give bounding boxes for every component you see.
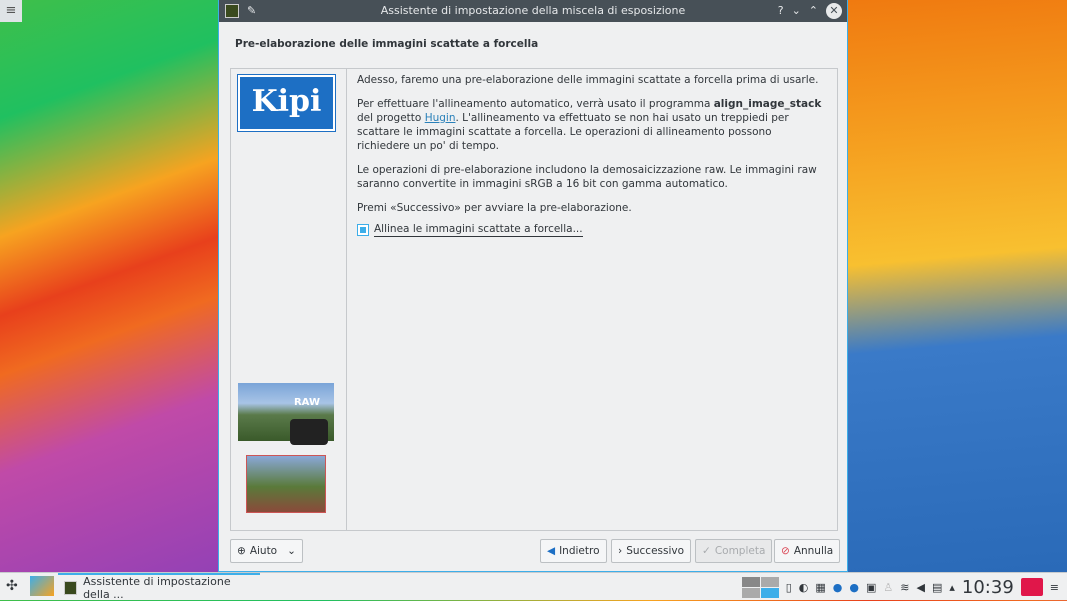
- cancel-button[interactable]: ⊘ Annulla: [774, 539, 841, 563]
- app-icon: [64, 581, 78, 595]
- volume-icon[interactable]: ◀: [917, 581, 925, 594]
- app-icon: [225, 4, 239, 18]
- check-icon: ✓: [702, 545, 711, 557]
- user-icon[interactable]: ♙: [883, 581, 893, 594]
- expand-tray-icon[interactable]: ▴: [949, 581, 955, 594]
- checkbox-box[interactable]: [357, 223, 369, 236]
- virtual-desktop-pager[interactable]: [741, 576, 779, 598]
- folder-icon[interactable]: [1020, 578, 1043, 596]
- wizard-dialog: ✎ Assistente di impostazione della misce…: [218, 0, 848, 572]
- help-icon[interactable]: ?: [778, 0, 784, 22]
- taskbar-task[interactable]: Assistente di impostazione della ...: [58, 573, 260, 601]
- window-title: Assistente di impostazione della miscela…: [380, 4, 686, 17]
- network-icon[interactable]: ▦: [815, 581, 825, 594]
- kipi-logo: Kipi: [237, 74, 336, 132]
- alignment-text: Per effettuare l'allineamento automatico…: [357, 98, 822, 152]
- clock[interactable]: 10:39: [962, 577, 1014, 598]
- side-panel: Kipi RAW: [231, 69, 347, 530]
- desktop-menu-icon[interactable]: ≡: [0, 0, 22, 22]
- intro-text: Adesso, faremo una pre-elaborazione dell…: [357, 74, 819, 86]
- chevron-down-icon: ⌄: [287, 545, 296, 557]
- wizard-page: Kipi RAW Adesso, faremo una pre-elaboraz…: [230, 68, 838, 531]
- instruction-text: Premi «Successivo» per avviare la pre-el…: [357, 202, 632, 214]
- cancel-icon: ⊘: [781, 545, 790, 557]
- clipboard-icon[interactable]: ▤: [932, 581, 942, 594]
- bracketed-images-icon: [246, 455, 326, 513]
- show-desktop-icon[interactable]: [30, 576, 54, 596]
- lifebuoy-icon: ⊕: [237, 545, 246, 557]
- panel-menu-icon[interactable]: ≡: [1050, 581, 1059, 594]
- page-title: Pre-elaborazione delle immagini scattate…: [235, 38, 539, 50]
- camera-icon: [290, 419, 328, 445]
- accessibility-icon[interactable]: ●: [833, 581, 843, 594]
- back-button[interactable]: ◀ Indietro: [540, 539, 607, 563]
- taskbar: ✣ Assistente di impostazione della ... ▯…: [0, 572, 1067, 601]
- arrow-left-icon: ◀: [547, 545, 556, 557]
- pin-icon[interactable]: ✎: [247, 4, 256, 18]
- title-bar: ✎ Assistente di impostazione della misce…: [219, 0, 847, 22]
- next-button[interactable]: › Successivo: [611, 539, 692, 563]
- close-icon[interactable]: ✕: [826, 3, 842, 19]
- usb-icon[interactable]: ▯: [786, 581, 792, 594]
- maximize-icon[interactable]: ⌃: [809, 0, 818, 22]
- page-content: Adesso, faremo una pre-elaborazione dell…: [357, 73, 827, 237]
- chevron-right-icon: ›: [618, 545, 623, 557]
- finish-button[interactable]: ✓ Completa: [695, 539, 773, 563]
- align-checkbox[interactable]: Allinea le immagini scattate a forcella.…: [357, 222, 827, 237]
- desktop-wallpaper: [848, 0, 1067, 572]
- image-icon[interactable]: ▣: [866, 581, 876, 594]
- hugin-link[interactable]: Hugin: [425, 112, 456, 124]
- update-icon[interactable]: ◐: [799, 581, 809, 594]
- help-button[interactable]: ⊕ Aiuto ⌄: [230, 539, 303, 563]
- minimize-icon[interactable]: ⌄: [792, 0, 801, 22]
- app-launcher-icon[interactable]: ✣: [6, 578, 18, 594]
- system-tray: ▯ ◐ ▦ ● ● ▣ ♙ ≋ ◀ ▤ ▴ 10:39 ≡: [741, 573, 1059, 601]
- preprocess-text: Le operazioni di pre-elaborazione includ…: [357, 164, 817, 190]
- wifi-icon[interactable]: ≋: [900, 581, 909, 594]
- hp-printer-icon[interactable]: ●: [849, 581, 859, 594]
- raw-image-icon: RAW: [238, 383, 334, 445]
